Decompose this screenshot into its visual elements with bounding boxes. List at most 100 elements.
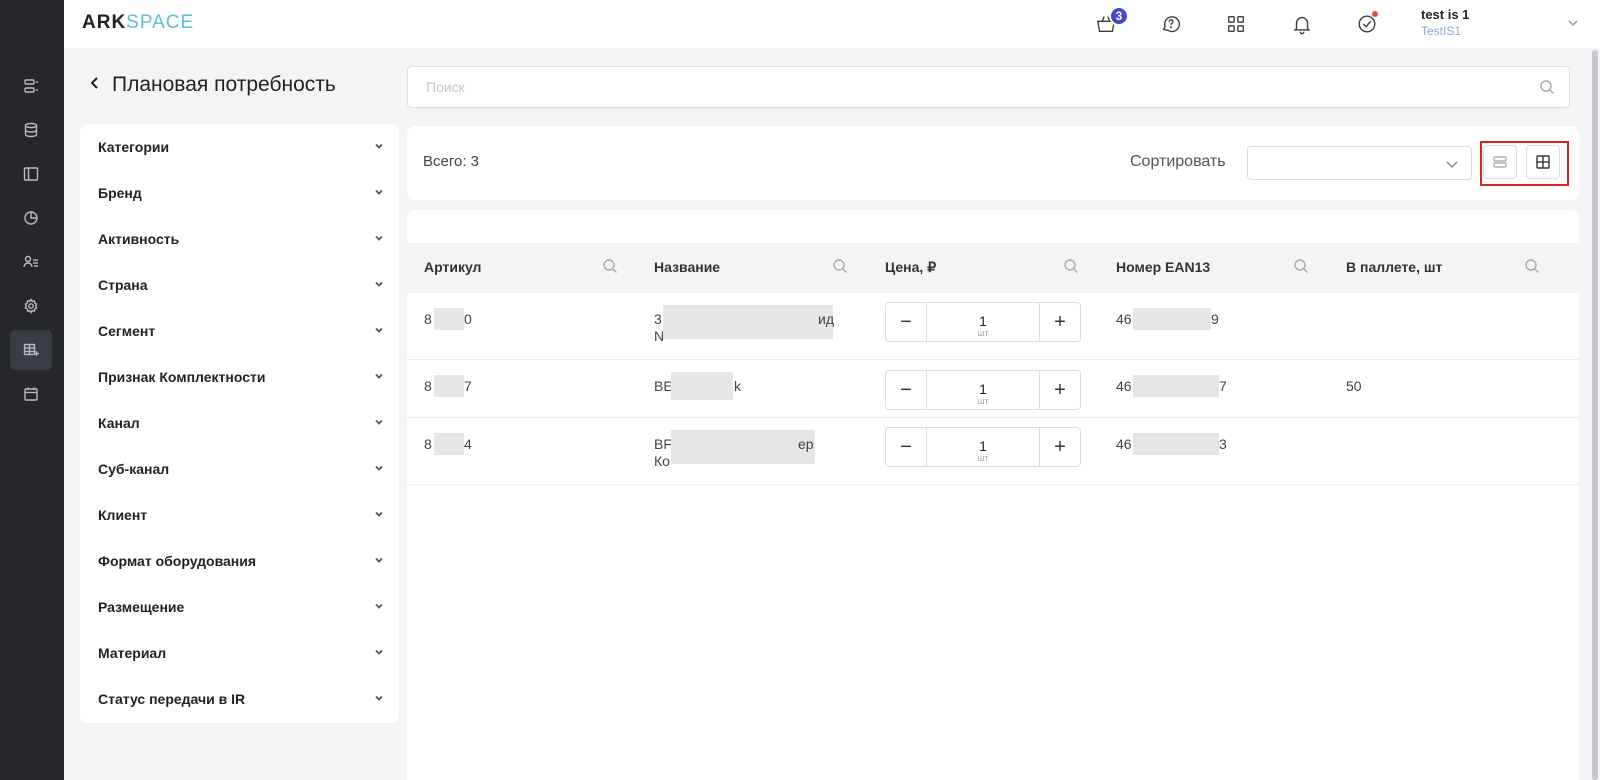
- article-cell-end: 7: [464, 378, 472, 394]
- search-bar: [407, 66, 1570, 108]
- filter-categories[interactable]: Категории: [98, 132, 384, 162]
- redaction-mask: [663, 305, 833, 339]
- column-search-button[interactable]: [1063, 258, 1079, 279]
- column-header-name: Название: [654, 259, 721, 275]
- user-menu-toggle[interactable]: [1566, 16, 1580, 30]
- name-cell-line2: Ко: [654, 453, 670, 469]
- products-table: Артикул Название Цена, ₽ Номер EAN13 В п…: [407, 210, 1579, 780]
- name-cell: 3: [654, 311, 662, 327]
- ean-cell-end: 9: [1211, 311, 1219, 327]
- filter-completeness[interactable]: Признак Комплектности: [98, 362, 384, 392]
- tasks-button[interactable]: [1352, 9, 1382, 39]
- filter-label: Сегмент: [98, 323, 156, 339]
- filter-label: Категории: [98, 139, 170, 155]
- table-row[interactable]: 8 7 BE k − 1 шт + 46 7 50: [407, 360, 1579, 418]
- filter-equipment-format[interactable]: Формат оборудования: [98, 546, 384, 576]
- support-chat-button[interactable]: [1156, 9, 1186, 39]
- table-row[interactable]: 8 0 3 N ид − 1 шт + 46 9: [407, 293, 1579, 360]
- search-icon: [1525, 259, 1539, 273]
- filter-segment[interactable]: Сегмент: [98, 316, 384, 346]
- redaction-mask: [1133, 433, 1219, 455]
- notifications-button[interactable]: [1287, 9, 1317, 39]
- filter-label: Страна: [98, 277, 148, 293]
- quantity-input[interactable]: 1 шт: [927, 303, 1039, 341]
- quantity-input[interactable]: 1 шт: [927, 428, 1039, 466]
- rail-item-layout[interactable]: [10, 154, 52, 194]
- filter-label: Активность: [98, 231, 180, 247]
- grid-apps-icon: [1227, 15, 1245, 33]
- filter-material[interactable]: Материал: [98, 638, 384, 668]
- rail-item-users[interactable]: [10, 242, 52, 282]
- filter-label: Размещение: [98, 599, 185, 615]
- filters-panel: Категории Бренд Активность Страна Сегмен…: [80, 124, 399, 723]
- apps-button[interactable]: [1221, 9, 1251, 39]
- chevron-down-icon: [374, 322, 384, 340]
- rail-item-list[interactable]: [10, 66, 52, 106]
- filter-label: Клиент: [98, 507, 148, 523]
- quantity-stepper: − 1 шт +: [885, 370, 1081, 410]
- filter-channel[interactable]: Канал: [98, 408, 384, 438]
- increase-button[interactable]: +: [1039, 428, 1080, 466]
- ean-cell: 46: [1116, 311, 1132, 327]
- back-button[interactable]: [88, 76, 102, 95]
- filter-label: Бренд: [98, 185, 142, 201]
- filter-label: Признак Комплектности: [98, 369, 266, 385]
- decrease-button[interactable]: −: [886, 303, 927, 341]
- filter-activity[interactable]: Активность: [98, 224, 384, 254]
- name-cell-end: k: [734, 378, 741, 394]
- increase-button[interactable]: +: [1039, 371, 1080, 409]
- name-cell-end: ер: [798, 436, 814, 452]
- chevron-down-icon: [374, 230, 384, 248]
- rail-item-database[interactable]: [10, 110, 52, 150]
- redaction-mask: [434, 433, 464, 455]
- grid-view-button[interactable]: [1526, 145, 1560, 179]
- column-search-button[interactable]: [832, 258, 848, 279]
- column-header-article: Артикул: [424, 259, 482, 275]
- chevron-down-icon: [374, 644, 384, 662]
- filter-country[interactable]: Страна: [98, 270, 384, 300]
- decrease-button[interactable]: −: [886, 428, 927, 466]
- pallet-cell: 50: [1346, 378, 1362, 394]
- chevron-down-icon: [374, 368, 384, 386]
- quantity-stepper: − 1 шт +: [885, 427, 1081, 467]
- filter-ir-status[interactable]: Статус передачи в IR: [98, 684, 384, 714]
- sort-select[interactable]: [1247, 146, 1472, 180]
- filter-brand[interactable]: Бренд: [98, 178, 384, 208]
- filter-placement[interactable]: Размещение: [98, 592, 384, 622]
- search-icon: [1540, 80, 1555, 95]
- chevron-down-icon: [374, 414, 384, 432]
- column-header-ean: Номер EAN13: [1116, 259, 1211, 275]
- rail-item-settings[interactable]: [10, 286, 52, 326]
- ean-cell-end: 7: [1219, 378, 1227, 394]
- filter-subchannel[interactable]: Суб-канал: [98, 454, 384, 484]
- scrollbar-thumb[interactable]: [1592, 50, 1598, 780]
- ean-cell: 46: [1116, 378, 1132, 394]
- increase-button[interactable]: +: [1039, 303, 1080, 341]
- chevron-down-icon: [374, 460, 384, 478]
- users-icon: [23, 255, 38, 268]
- chevron-down-icon: [1568, 20, 1578, 27]
- rail-item-planning[interactable]: [10, 330, 52, 370]
- filter-label: Канал: [98, 415, 140, 431]
- user-organization[interactable]: TestIS1: [1421, 24, 1461, 38]
- column-search-button[interactable]: [1524, 258, 1540, 279]
- chevron-down-icon: [374, 552, 384, 570]
- cart-button[interactable]: 3: [1091, 6, 1129, 39]
- rail-item-calendar[interactable]: [10, 374, 52, 414]
- search-input[interactable]: [408, 67, 1508, 107]
- quantity-input[interactable]: 1 шт: [927, 371, 1039, 409]
- search-button[interactable]: [1539, 79, 1555, 100]
- column-search-button[interactable]: [602, 258, 618, 279]
- decrease-button[interactable]: −: [886, 371, 927, 409]
- filter-client[interactable]: Клиент: [98, 500, 384, 530]
- top-bar: ARKSPACE 3 test is 1 TestIS1: [64, 0, 1600, 48]
- column-search-button[interactable]: [1293, 258, 1309, 279]
- app-logo[interactable]: ARKSPACE: [82, 12, 194, 34]
- rail-item-chart[interactable]: [10, 198, 52, 238]
- table-row[interactable]: 8 4 BF Ко ер − 1 шт + 46 3: [407, 418, 1579, 485]
- user-name[interactable]: test is 1: [1421, 7, 1469, 22]
- article-cell: 8: [424, 311, 432, 327]
- list-view-button[interactable]: [1483, 145, 1517, 179]
- page-scrollbar[interactable]: [1592, 50, 1598, 780]
- chat-question-icon: [1162, 16, 1181, 33]
